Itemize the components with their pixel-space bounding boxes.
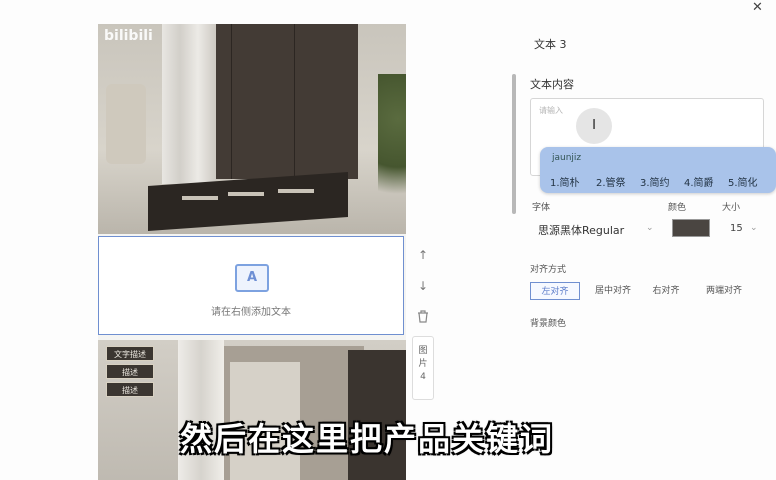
chair-shape <box>106 84 146 164</box>
textarea-placeholder: 请输入 <box>539 106 563 115</box>
align-justify-button[interactable]: 两端对齐 <box>696 282 752 300</box>
door-line <box>294 24 295 179</box>
image-button-label: 图片4 <box>418 346 428 382</box>
curtain-shape <box>162 24 216 184</box>
font-select[interactable]: 思源黑体Regular <box>538 222 624 238</box>
color-label: 颜色 <box>668 203 687 213</box>
image-tag: 文字描述 <box>106 346 154 361</box>
content-label: 文本内容 <box>530 78 574 91</box>
bilibili-watermark: bilibili <box>104 28 153 44</box>
ime-candidate[interactable]: 1.简朴 <box>550 174 580 189</box>
plant-shape <box>378 74 406 224</box>
editor-page: ✕ bilibili A 请在右侧添加文本 文字描述 描述 描述 ↑ ↓ 图片4… <box>0 0 776 480</box>
ime-candidate[interactable]: 5.简化 <box>728 174 758 189</box>
image-button[interactable]: 图片4 <box>412 336 434 400</box>
drawer-handle <box>278 189 314 193</box>
drawer-handle <box>228 192 264 196</box>
bg-color-label: 背景颜色 <box>530 319 567 329</box>
size-select[interactable]: 15 <box>730 223 743 234</box>
align-label: 对齐方式 <box>530 265 567 275</box>
image-tag: 描述 <box>106 364 154 379</box>
text-icon: A <box>235 264 269 292</box>
font-label: 字体 <box>532 203 551 213</box>
image-tag: 描述 <box>106 382 154 397</box>
ime-candidate[interactable]: 2.管祭 <box>596 174 626 189</box>
trash-svg <box>418 310 428 323</box>
color-swatch[interactable] <box>672 219 710 237</box>
drawer-handle <box>182 196 218 200</box>
ime-candidate[interactable]: 4.简爵 <box>684 174 714 189</box>
panel-scrollbar[interactable] <box>512 74 516 214</box>
arrow-up-icon[interactable]: ↑ <box>412 248 434 262</box>
mobile-preview: bilibili A 请在右侧添加文本 文字描述 描述 描述 <box>98 24 406 480</box>
align-left-button[interactable]: 左对齐 <box>530 282 580 300</box>
ime-candidate[interactable]: 3.简约 <box>640 174 670 189</box>
text-slot-hint: 请在右侧添加文本 <box>211 307 291 318</box>
align-center-button[interactable]: 居中对齐 <box>588 282 638 300</box>
close-icon[interactable]: ✕ <box>752 0 763 15</box>
chevron-down-icon[interactable]: ⌄ <box>646 223 654 233</box>
door-line <box>231 24 232 179</box>
product-image-top[interactable]: bilibili <box>98 24 406 234</box>
size-label: 大小 <box>722 203 741 213</box>
arrow-down-icon[interactable]: ↓ <box>412 279 434 293</box>
ime-pinyin: jaunjiz <box>552 153 582 163</box>
align-right-button[interactable]: 右对齐 <box>644 282 688 300</box>
chevron-down-icon[interactable]: ⌄ <box>750 223 758 233</box>
panel-title: 文本 3 <box>534 38 567 51</box>
video-subtitle: 然后在这里把产品关键词 <box>180 420 555 458</box>
text-slot-selected[interactable]: A 请在右侧添加文本 <box>98 236 404 335</box>
trash-icon[interactable] <box>412 310 434 326</box>
text-cursor-icon: I <box>576 108 612 144</box>
ime-candidate-bar[interactable]: jaunjiz 1.简朴 2.管祭 3.简约 4.简爵 5.简化 <box>540 147 776 193</box>
